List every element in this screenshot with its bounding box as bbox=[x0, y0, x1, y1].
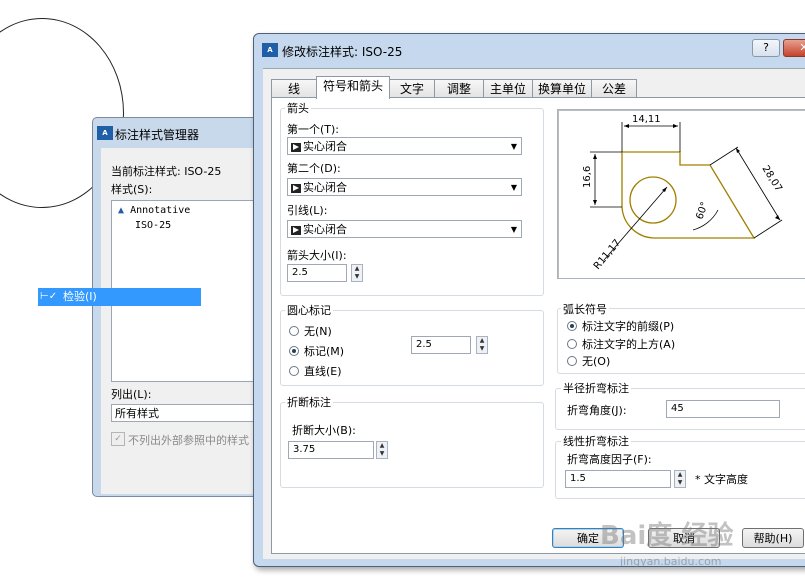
close-button[interactable]: ✕ bbox=[783, 39, 805, 57]
arrow-size-input[interactable]: 2.5 bbox=[287, 264, 347, 282]
dim-angle-text: 60° bbox=[694, 201, 710, 221]
closed-filled-arrow-icon bbox=[291, 183, 301, 193]
dialog-title: 修改标注样式: ISO-25 bbox=[282, 45, 403, 59]
manager-title: 标注样式管理器 bbox=[115, 128, 200, 142]
tab-lines[interactable]: 线 bbox=[271, 79, 317, 98]
center-size-stepper[interactable]: ▲ ▼ bbox=[476, 336, 488, 354]
chevron-down-icon: ▼ bbox=[510, 225, 517, 234]
tab-fit[interactable]: 调整 bbox=[434, 79, 484, 98]
leader-arrow-label: 引线(L): bbox=[287, 204, 328, 217]
arrow-size-stepper[interactable]: ▲ ▼ bbox=[351, 264, 363, 282]
break-size-input[interactable]: 3.75 bbox=[288, 441, 374, 459]
closed-filled-arrow-icon bbox=[291, 225, 301, 235]
center-size-input[interactable]: 2.5 bbox=[411, 336, 471, 354]
jog-angle-label: 折弯角度(J): bbox=[567, 404, 627, 417]
preview-pane: 14,11 16,6 28,07 60° R11,17 bbox=[557, 109, 805, 279]
autocad-app-icon: A bbox=[262, 43, 278, 57]
list-label: 列出(L): bbox=[111, 388, 152, 401]
dim-diag-text: 28,07 bbox=[759, 164, 784, 194]
arrow-size-label: 箭头大小(I): bbox=[287, 249, 347, 262]
jog-factor-suffix: * 文字高度 bbox=[695, 473, 748, 486]
help-title-button[interactable]: ? bbox=[752, 39, 780, 57]
tab-alternate-units[interactable]: 换算单位 bbox=[532, 79, 592, 98]
center-none-radio[interactable] bbox=[289, 326, 299, 336]
dimension-preview-drawing: 14,11 16,6 28,07 60° R11,17 bbox=[582, 114, 784, 272]
second-arrow-label: 第二个(D): bbox=[287, 162, 341, 175]
jog-angle-input[interactable]: 45 bbox=[666, 400, 780, 418]
center-none-label: 无(N) bbox=[304, 325, 332, 338]
baidu-watermark-url: jingyan.baidu.com bbox=[620, 555, 722, 568]
jog-factor-input[interactable]: 1.5 bbox=[565, 470, 671, 488]
chevron-down-icon: ▼ bbox=[510, 183, 517, 192]
leader-arrow-select[interactable]: 实心闭合 ▼ bbox=[287, 220, 522, 238]
arc-prefix-radio[interactable] bbox=[567, 321, 577, 331]
autocad-app-icon: A bbox=[97, 126, 113, 140]
first-arrow-label: 第一个(T): bbox=[287, 123, 340, 136]
center-line-label: 直线(E) bbox=[304, 365, 342, 378]
current-style-label: 当前标注样式: ISO-25 bbox=[111, 165, 222, 178]
tab-primary-units[interactable]: 主单位 bbox=[483, 79, 533, 98]
center-line-radio[interactable] bbox=[289, 366, 299, 376]
arc-above-label: 标注文字的上方(A) bbox=[582, 338, 676, 351]
styles-label: 样式(S): bbox=[111, 183, 153, 196]
arc-none-radio[interactable] bbox=[567, 356, 577, 366]
center-mark-label: 标记(M) bbox=[304, 345, 345, 358]
jog-factor-stepper[interactable]: ▲ ▼ bbox=[674, 470, 686, 488]
annotative-icon: ▲ bbox=[118, 205, 125, 216]
center-marks-title: 圆心标记 bbox=[285, 302, 333, 318]
tab-symbols-arrows[interactable]: 符号和箭头 bbox=[316, 76, 390, 99]
break-size-stepper[interactable]: ▲ ▼ bbox=[376, 441, 388, 459]
dim-left-text: 16,6 bbox=[582, 166, 593, 188]
arc-length-title: 弧长符号 bbox=[561, 301, 609, 317]
help-button[interactable]: 帮助(H) bbox=[742, 528, 804, 548]
first-arrow-select[interactable]: 实心闭合 ▼ bbox=[287, 137, 522, 155]
linear-jog-title: 线性折弯标注 bbox=[561, 433, 631, 449]
tab-tolerances[interactable]: 公差 bbox=[591, 79, 637, 98]
tab-text[interactable]: 文字 bbox=[389, 79, 435, 98]
list-item[interactable]: ISO-25 bbox=[135, 220, 171, 231]
arrowheads-title: 箭头 bbox=[285, 100, 311, 116]
dim-radius-text: R11,17 bbox=[592, 238, 623, 272]
dim-break-title: 折断标注 bbox=[285, 394, 333, 410]
radius-jog-title: 半径折弯标注 bbox=[561, 380, 631, 396]
list-item[interactable]: ▲ Annotative bbox=[118, 205, 190, 216]
dim-top-text: 14,11 bbox=[632, 114, 661, 125]
arc-prefix-label: 标注文字的前缀(P) bbox=[582, 320, 675, 333]
arc-above-radio[interactable] bbox=[567, 339, 577, 349]
closed-filled-arrow-icon bbox=[291, 142, 301, 152]
baidu-watermark: Bai度 经验 bbox=[600, 521, 734, 551]
second-arrow-select[interactable]: 实心闭合 ▼ bbox=[287, 178, 522, 196]
exclude-xref-checkbox[interactable]: ✓ bbox=[111, 432, 125, 446]
break-size-label: 折断大小(B): bbox=[292, 424, 356, 437]
jog-factor-label: 折弯高度因子(F): bbox=[567, 453, 652, 466]
inspect-icon: ⊢✓ bbox=[40, 291, 58, 302]
arc-none-label: 无(O) bbox=[582, 355, 611, 368]
center-mark-radio[interactable] bbox=[289, 346, 299, 356]
chevron-down-icon: ▼ bbox=[510, 142, 517, 151]
inspect-menu-item[interactable]: ⊢✓ 检验(I) bbox=[38, 288, 201, 306]
